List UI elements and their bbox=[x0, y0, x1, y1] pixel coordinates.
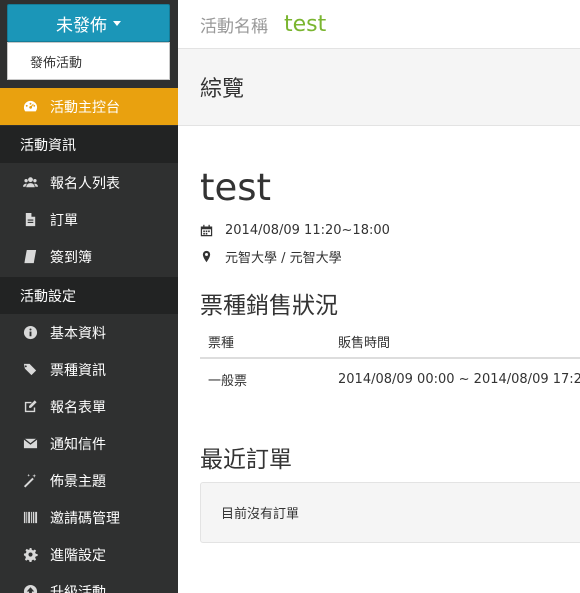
page-header: 綜覽 bbox=[178, 48, 580, 126]
recent-orders-heading: 最近訂單 bbox=[200, 447, 292, 473]
table-row: 一般票 2014/08/09 00:00 ~ 2014/08/09 17:20 bbox=[200, 358, 580, 399]
envelope-icon bbox=[22, 436, 38, 452]
sidebar-item-label: 訂單 bbox=[50, 212, 78, 229]
app: 未發佈 發佈活動 活動主控台 活動資訊 報名人列表 訂單 簽到簿 活動設定 基本… bbox=[0, 0, 580, 593]
sidebar-item-notification-mail[interactable]: 通知信件 bbox=[0, 425, 178, 462]
gear-icon bbox=[22, 547, 38, 563]
column-header: 票種 bbox=[200, 325, 330, 359]
upgrade-icon bbox=[22, 584, 38, 593]
map-marker-icon bbox=[202, 250, 211, 263]
sidebar-item-label: 活動主控台 bbox=[50, 99, 120, 116]
sidebar-item-label: 升級活動 bbox=[50, 584, 106, 593]
sidebar-item-upgrade-event[interactable]: 升級活動 bbox=[0, 573, 178, 593]
sidebar-item-label: 通知信件 bbox=[50, 436, 106, 453]
sidebar-item-ticket-info[interactable]: 票種資訊 bbox=[0, 351, 178, 388]
ticket-sales-table: 票種 販售時間 一般票 2014/08/09 00:00 ~ 2014/08/0… bbox=[200, 325, 580, 399]
topbar: 活動名稱 test bbox=[178, 0, 580, 48]
calendar-icon bbox=[200, 224, 213, 237]
column-header: 販售時間 bbox=[330, 325, 580, 359]
main-content: 活動名稱 test 綜覽 test 2014/08/09 11:20~18:00… bbox=[178, 0, 580, 593]
magic-wand-icon bbox=[22, 473, 38, 489]
caret-down-icon bbox=[113, 20, 121, 26]
event-location: 元智大學 / 元智大學 bbox=[200, 247, 342, 266]
publish-event-label: 發佈活動 bbox=[30, 55, 83, 71]
publish-event-menu-item[interactable]: 發佈活動 bbox=[7, 42, 170, 80]
table-header-row: 票種 販售時間 bbox=[200, 325, 580, 359]
users-icon bbox=[22, 175, 38, 191]
sidebar-item-dashboard[interactable]: 活動主控台 bbox=[0, 88, 178, 125]
sidebar: 未發佈 發佈活動 活動主控台 活動資訊 報名人列表 訂單 簽到簿 活動設定 基本… bbox=[0, 0, 178, 593]
sidebar-item-theme[interactable]: 佈景主題 bbox=[0, 462, 178, 499]
sidebar-item-checkin[interactable]: 簽到簿 bbox=[0, 238, 178, 275]
section-label: 活動資訊 bbox=[20, 137, 76, 154]
event-name: test bbox=[284, 11, 327, 37]
sidebar-item-advanced-settings[interactable]: 進階設定 bbox=[0, 536, 178, 573]
sidebar-item-attendees[interactable]: 報名人列表 bbox=[0, 164, 178, 201]
event-datetime-text: 2014/08/09 11:20~18:00 bbox=[225, 223, 390, 238]
empty-orders-text: 目前沒有訂單 bbox=[221, 507, 300, 522]
edit-icon bbox=[22, 399, 38, 415]
publish-status-button[interactable]: 未發佈 bbox=[7, 4, 170, 42]
sidebar-item-label: 進階設定 bbox=[50, 547, 106, 564]
sidebar-item-label: 票種資訊 bbox=[50, 362, 106, 379]
ticket-type-cell: 一般票 bbox=[208, 373, 248, 389]
sidebar-item-label: 報名人列表 bbox=[50, 175, 120, 192]
sidebar-item-invite-codes[interactable]: 邀請碼管理 bbox=[0, 499, 178, 536]
sidebar-item-label: 簽到簿 bbox=[50, 249, 92, 266]
sidebar-item-label: 基本資料 bbox=[50, 325, 106, 342]
section-label: 活動設定 bbox=[20, 288, 76, 305]
event-title: test bbox=[200, 166, 272, 209]
dashboard-icon bbox=[22, 99, 38, 115]
sale-period-cell: 2014/08/09 00:00 ~ 2014/08/09 17:20 bbox=[338, 371, 580, 387]
section-event-info: 活動資訊 bbox=[0, 126, 178, 163]
sidebar-item-label: 報名表單 bbox=[50, 399, 106, 416]
sidebar-item-label: 邀請碼管理 bbox=[50, 510, 120, 527]
sidebar-item-orders[interactable]: 訂單 bbox=[0, 201, 178, 238]
ticket-sales-heading: 票種銷售狀況 bbox=[200, 293, 338, 319]
sidebar-item-basic-info[interactable]: 基本資料 bbox=[0, 314, 178, 351]
book-icon bbox=[22, 249, 38, 265]
page-title: 綜覽 bbox=[200, 77, 245, 102]
event-datetime: 2014/08/09 11:20~18:00 bbox=[200, 223, 390, 238]
file-icon bbox=[22, 212, 38, 228]
tags-icon bbox=[22, 362, 38, 378]
barcode-icon bbox=[22, 510, 38, 526]
sidebar-item-registration-form[interactable]: 報名表單 bbox=[0, 388, 178, 425]
sidebar-item-label: 佈景主題 bbox=[50, 473, 106, 490]
section-event-settings: 活動設定 bbox=[0, 277, 178, 314]
empty-orders-notice: 目前沒有訂單 bbox=[200, 482, 580, 543]
info-icon bbox=[22, 325, 38, 341]
event-name-label: 活動名稱 bbox=[200, 16, 268, 37]
event-location-text: 元智大學 / 元智大學 bbox=[225, 251, 342, 266]
publish-status-label: 未發佈 bbox=[56, 15, 107, 36]
